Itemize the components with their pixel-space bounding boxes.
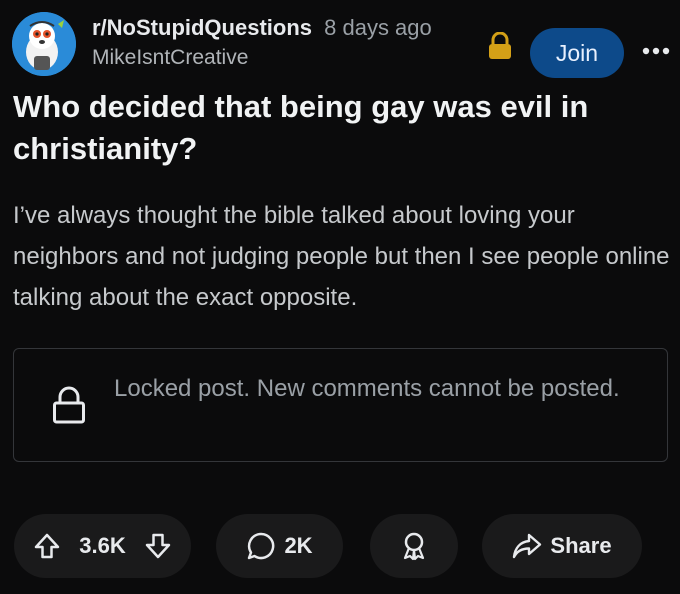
author-name[interactable]: MikeIsntCreative [92, 44, 432, 72]
post-time: 8 days ago [324, 15, 432, 40]
lock-icon [52, 385, 86, 425]
post-title[interactable]: Who decided that being gay was evil in c… [13, 86, 663, 170]
share-button[interactable]: Share [482, 514, 642, 578]
locked-notice: Locked post. New comments cannot be post… [13, 348, 668, 462]
comment-count: 2K [284, 533, 313, 558]
post-meta: r/NoStupidQuestions 8 days ago MikeIsntC… [92, 14, 432, 72]
post-header: r/NoStupidQuestions 8 days ago MikeIsntC… [12, 10, 670, 78]
subreddit-name[interactable]: r/NoStupidQuestions [92, 15, 312, 40]
comments-button[interactable]: 2K [216, 514, 343, 578]
post-body: I’ve always thought the bible talked abo… [13, 202, 670, 311]
lock-icon [487, 31, 513, 60]
vote-count: 3.6K [79, 533, 126, 558]
more-icon[interactable] [642, 44, 670, 58]
join-button[interactable]: Join [530, 28, 624, 78]
comment-icon [246, 531, 276, 561]
award-icon [399, 531, 429, 561]
award-button[interactable] [370, 514, 458, 578]
locked-message: Locked post. New comments cannot be post… [114, 375, 620, 402]
share-icon [512, 532, 542, 560]
upvote-icon[interactable] [34, 532, 60, 560]
downvote-icon[interactable] [145, 532, 171, 560]
subreddit-avatar[interactable] [12, 12, 76, 76]
vote-bar: 3.6K [14, 514, 191, 578]
share-label: Share [550, 533, 612, 558]
